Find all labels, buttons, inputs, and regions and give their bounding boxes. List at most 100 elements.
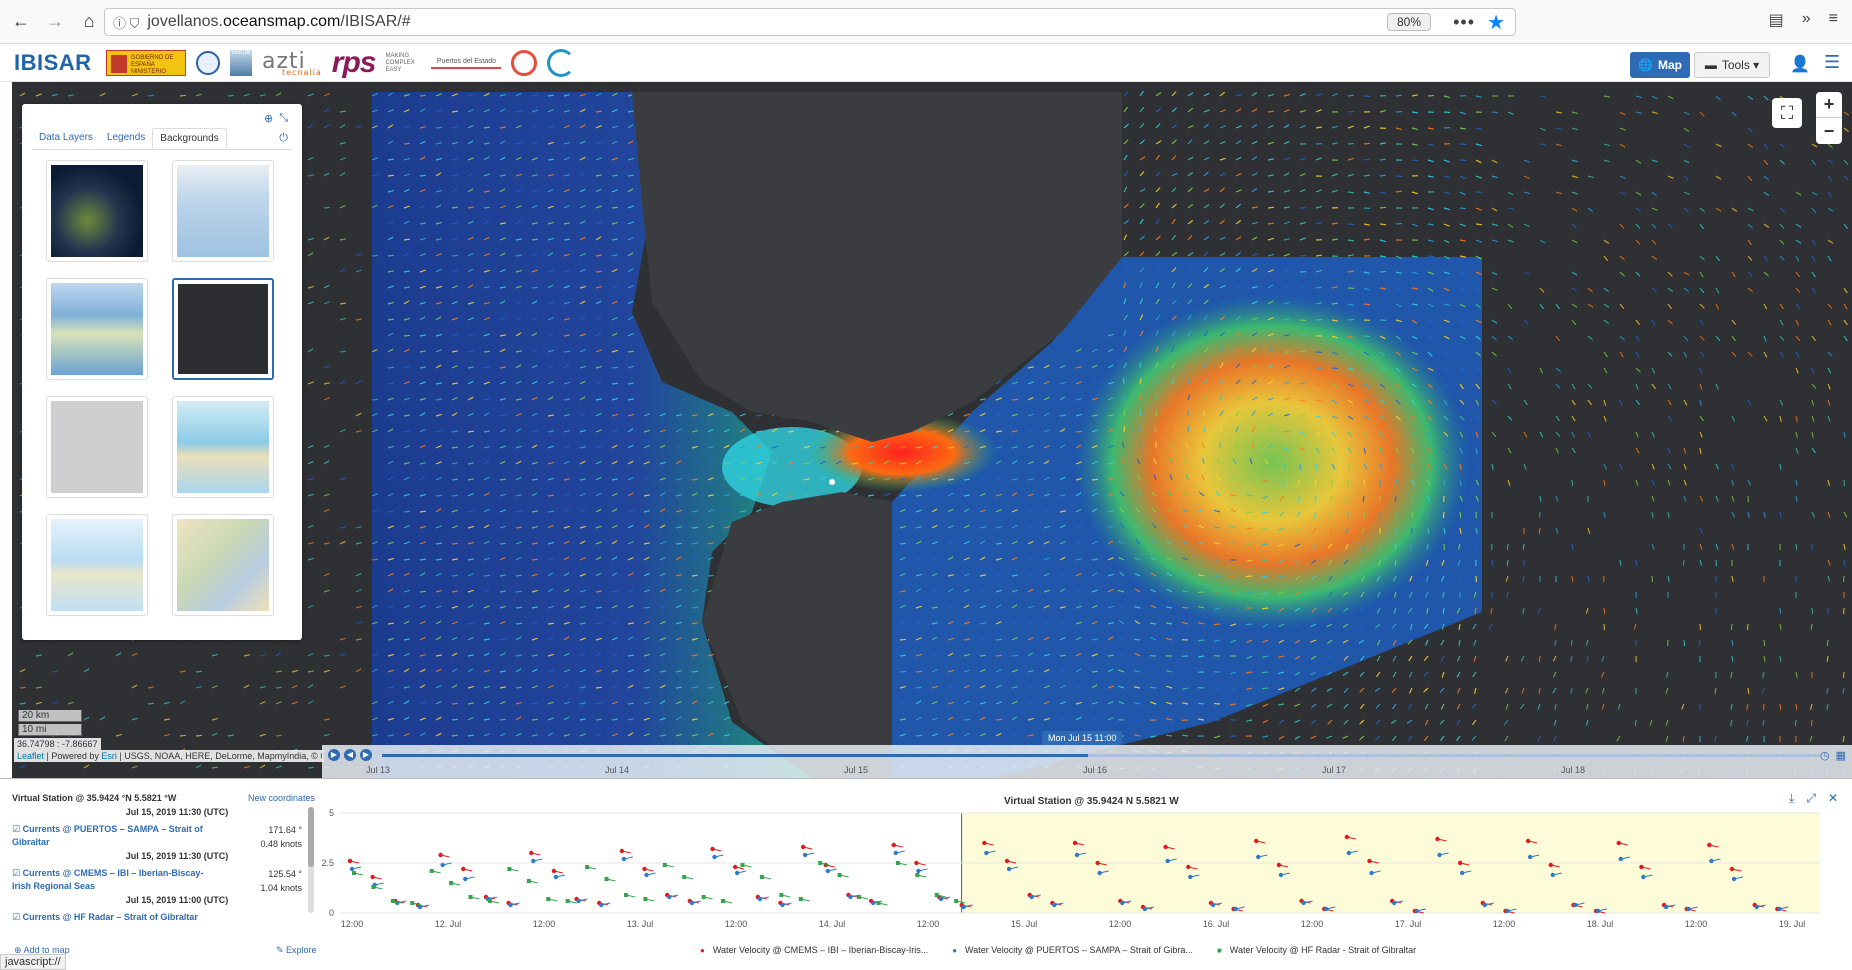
basemap-streets[interactable] — [172, 396, 274, 498]
red-circle-logo — [511, 50, 537, 76]
new-coordinates-link[interactable]: New coordinates — [248, 793, 315, 803]
forward-icon[interactable]: → — [42, 9, 68, 35]
data-point — [643, 897, 647, 901]
data-point — [1073, 841, 1077, 845]
data-point — [1254, 839, 1258, 843]
playback-controls: ▶ ◀ ▶ — [328, 749, 372, 761]
data-point — [876, 901, 880, 905]
basemap-ocean-light[interactable] — [172, 160, 274, 262]
step-forward-icon[interactable]: ▶ — [360, 749, 372, 761]
data-point — [644, 873, 648, 877]
app-menu-icon[interactable]: ≡ — [1829, 10, 1838, 30]
library-icon[interactable]: ▤ — [1769, 10, 1784, 30]
zoom-to-icon[interactable]: ⊕ — [264, 112, 273, 125]
play-icon[interactable]: ▶ — [328, 749, 340, 761]
info-icon[interactable]: ⓘ ⛉ — [113, 13, 139, 32]
data-point — [690, 901, 694, 905]
data-point — [546, 897, 550, 901]
data-point — [818, 861, 822, 865]
data-point — [1369, 871, 1373, 875]
y-tick-label: 5 — [329, 808, 334, 818]
time-slider[interactable]: ▶ ◀ ▶ Mon Jul 15 11:00 Jul 13Jul 14Jul 1… — [322, 745, 1852, 778]
data-point — [552, 869, 556, 873]
close-icon[interactable]: ✕ — [1828, 791, 1838, 806]
data-point — [1233, 907, 1237, 911]
data-point — [1528, 855, 1532, 859]
legend-cmems[interactable]: Water Velocity @ CMEMS – IBI – Iberian-B… — [700, 945, 928, 955]
layer-checkbox-puertos[interactable]: Currents @ PUERTOS – SAMPA – Strait of G… — [12, 823, 212, 849]
url-bar[interactable]: ⓘ ⛉ jovellanos.oceansmap.com/IBISAR/# 80… — [104, 8, 1516, 36]
basemap-imagery[interactable] — [46, 160, 148, 262]
data-point — [507, 867, 511, 871]
data-point — [624, 893, 628, 897]
data-point — [916, 869, 920, 873]
step-back-icon[interactable]: ◀ — [344, 749, 356, 761]
x-tick-label: 12:00 — [1109, 919, 1132, 929]
page-actions-icon[interactable]: ••• — [1453, 12, 1475, 33]
fullscreen-icon[interactable]: ⛶ — [1772, 98, 1802, 128]
zoom-level[interactable]: 80% — [1387, 13, 1431, 31]
x-tick-label: 19. Jul — [1779, 919, 1806, 929]
browser-toolbar: ← → ⌂ ⓘ ⛉ jovellanos.oceansmap.com/IBISA… — [0, 0, 1852, 44]
puertos-logo: Puertos del Estado — [431, 58, 501, 69]
tab-data-layers[interactable]: Data Layers — [32, 128, 100, 149]
basemap-dark-gray[interactable] — [172, 278, 274, 380]
data-point — [1186, 865, 1190, 869]
scale-bar: 20 km 10 mi — [18, 710, 82, 738]
data-point — [826, 869, 830, 873]
list-scrollbar[interactable] — [308, 807, 314, 913]
data-point — [348, 859, 352, 863]
basemap-nautical[interactable] — [172, 514, 274, 616]
data-point — [1029, 895, 1033, 899]
leaflet-link[interactable]: Leaflet — [17, 751, 44, 761]
overflow-chevron-icon[interactable]: » — [1802, 10, 1811, 30]
x-tick-label: 14. Jul — [819, 919, 846, 929]
home-icon[interactable]: ⌂ — [76, 9, 102, 35]
user-icon[interactable]: 👤 — [1790, 54, 1810, 74]
x-tick-label: 12. Jul — [435, 919, 462, 929]
y-tick-label: 2.5 — [321, 858, 334, 868]
data-point — [915, 873, 919, 877]
tools-button[interactable]: ▬Tools ▾ — [1694, 52, 1770, 78]
collapse-icon[interactable]: ⤡ — [279, 112, 288, 125]
timeline-tick: Jul 15 — [844, 765, 868, 775]
data-point — [1188, 875, 1192, 879]
calendar-icon[interactable]: ▦ — [1836, 749, 1846, 762]
data-point — [982, 841, 986, 845]
basemap-light-gray[interactable] — [46, 396, 148, 498]
download-icon[interactable]: ⤓ — [1789, 791, 1794, 806]
data-point — [461, 867, 465, 871]
zoom-in-button[interactable]: + — [1816, 92, 1842, 118]
clock-icon[interactable]: ◷ — [1820, 749, 1830, 762]
back-icon[interactable]: ← — [8, 9, 34, 35]
legend-hf-radar[interactable]: Water Velocity @ HF Radar - Strait of Gi… — [1217, 945, 1416, 955]
data-point — [721, 899, 725, 903]
data-point — [896, 861, 900, 865]
power-icon[interactable]: ⏻ — [279, 132, 288, 145]
basemap-topographic[interactable] — [46, 278, 148, 380]
x-tick-label: 12:00 — [1301, 919, 1324, 929]
map-button[interactable]: 🌐Map — [1630, 52, 1690, 78]
layer-checkbox-hf-radar[interactable]: Currents @ HF Radar – Strait of Gibralta… — [12, 911, 212, 921]
legend-puertos[interactable]: Water Velocity @ PUERTOS – SAMPA – Strai… — [952, 945, 1193, 955]
data-point — [1256, 855, 1260, 859]
explore-link[interactable]: ✎ Explore — [276, 945, 317, 956]
layer-checkbox-cmems[interactable]: Currents @ CMEMS – IBI – Iberian-Biscay-… — [12, 867, 212, 893]
basemap-national-geographic[interactable] — [46, 514, 148, 616]
hamburger-icon[interactable]: ☰ — [1824, 52, 1840, 73]
tab-legends[interactable]: Legends — [100, 128, 152, 149]
data-point — [642, 867, 646, 871]
data-point — [1279, 873, 1283, 877]
zoom-out-button[interactable]: − — [1816, 118, 1842, 144]
toolbox-icon: ▬ — [1705, 58, 1717, 72]
esri-link[interactable]: Esri — [101, 751, 117, 761]
expand-icon[interactable]: ⤢ — [1806, 791, 1816, 806]
tab-backgrounds[interactable]: Backgrounds — [152, 128, 226, 149]
data-point — [605, 877, 609, 881]
data-point — [1617, 841, 1621, 845]
partner-logos: GOBIERNO DE ESPAÑAMINISTERIO SOCIB aztit… — [106, 48, 575, 78]
data-point — [894, 851, 898, 855]
bookmark-star-icon[interactable]: ★ — [1487, 10, 1505, 35]
brand-logo[interactable]: IBISAR — [14, 50, 92, 76]
data-point — [599, 903, 603, 907]
